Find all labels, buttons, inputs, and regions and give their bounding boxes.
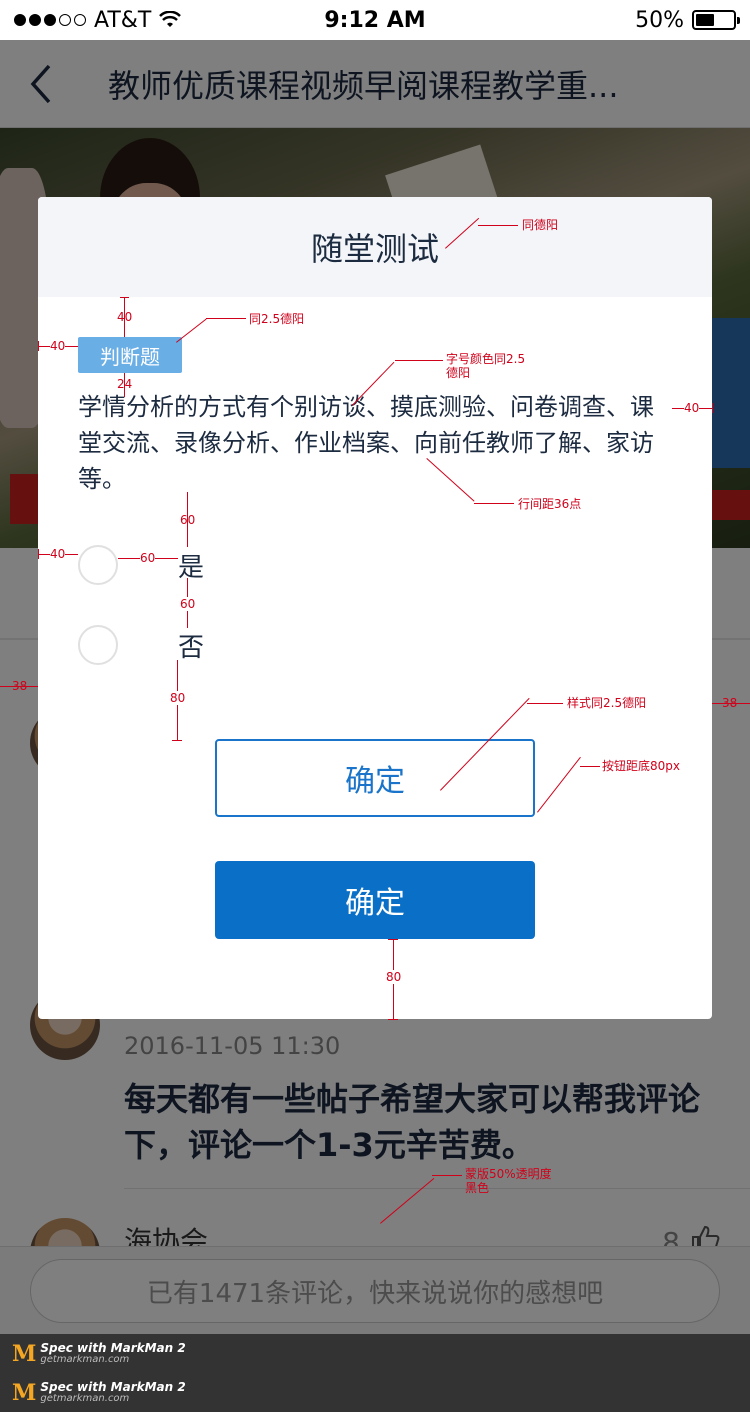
annotation: 按钮距底80px — [602, 759, 680, 773]
spacing-mark: 80 — [386, 970, 402, 984]
signal-icon — [14, 14, 86, 26]
option-label: 是 — [178, 552, 205, 583]
annotation: 同2.5德阳 — [249, 312, 305, 326]
annotation: 同德阳 — [522, 218, 559, 232]
watermark-brand: Spec with MarkMan 2 — [40, 1379, 186, 1394]
option-yes[interactable]: 是 — [78, 545, 378, 585]
spacing-mark: 60 — [140, 551, 156, 565]
annotation: 黑色 — [465, 1181, 490, 1195]
spacing-mark: 80 — [170, 691, 186, 705]
spacing-mark: 40 — [117, 310, 133, 324]
watermark-site: getmarkman.com — [40, 1353, 130, 1365]
spacing-mark: 60 — [180, 513, 196, 527]
spacing-mark: 40 — [50, 339, 66, 353]
battery-icon — [692, 10, 740, 30]
confirm-button-outline[interactable]: 确定 — [215, 739, 535, 817]
watermark-brand: Spec with MarkMan 2 — [40, 1340, 186, 1355]
annotation: 行间距36点 — [518, 497, 582, 511]
markman-logo-icon: M — [12, 1340, 37, 1367]
quiz-dialog: 随堂测试 判断题 学情分析的方式有个别访谈、摸底测验、问卷调查、课堂交流、录像分… — [38, 197, 712, 1019]
annotation: 样式同2.5德阳 — [567, 696, 647, 710]
status-bar: AT&T 9:12 AM 50% — [0, 0, 750, 40]
dialog-title: 随堂测试 — [38, 197, 712, 297]
watermark-site: getmarkman.com — [40, 1392, 130, 1404]
spacing-mark: 40 — [684, 401, 700, 415]
question-type-badge: 判断题 — [78, 337, 182, 373]
radio-button[interactable] — [78, 545, 118, 585]
confirm-button[interactable]: 确定 — [215, 861, 535, 939]
spacing-mark: 38 — [722, 696, 738, 710]
wifi-icon — [159, 11, 182, 27]
annotation: 字号颜色同2.5 — [446, 352, 526, 366]
option-label: 否 — [178, 632, 205, 663]
annotation: 蒙版50%透明度 — [465, 1167, 552, 1181]
battery-percent: 50% — [635, 7, 684, 33]
radio-button[interactable] — [78, 625, 118, 665]
markman-logo-icon: M — [12, 1379, 37, 1406]
carrier-label: AT&T — [94, 7, 152, 33]
annotation: 德阳 — [446, 366, 471, 380]
question-text: 学情分析的方式有个别访谈、摸底测验、问卷调查、课堂交流、录像分析、作业档案、向前… — [78, 393, 654, 493]
spacing-mark: 24 — [117, 377, 133, 391]
markman-watermark: M Spec with MarkMan 2 getmarkman.com — [0, 1373, 750, 1412]
markman-watermark: M Spec with MarkMan 2 getmarkman.com — [0, 1334, 750, 1373]
option-no[interactable]: 否 — [78, 625, 378, 665]
spacing-mark: 38 — [12, 679, 28, 693]
spacing-mark: 40 — [50, 547, 66, 561]
spacing-mark: 60 — [180, 597, 196, 611]
clock: 9:12 AM — [324, 7, 426, 33]
